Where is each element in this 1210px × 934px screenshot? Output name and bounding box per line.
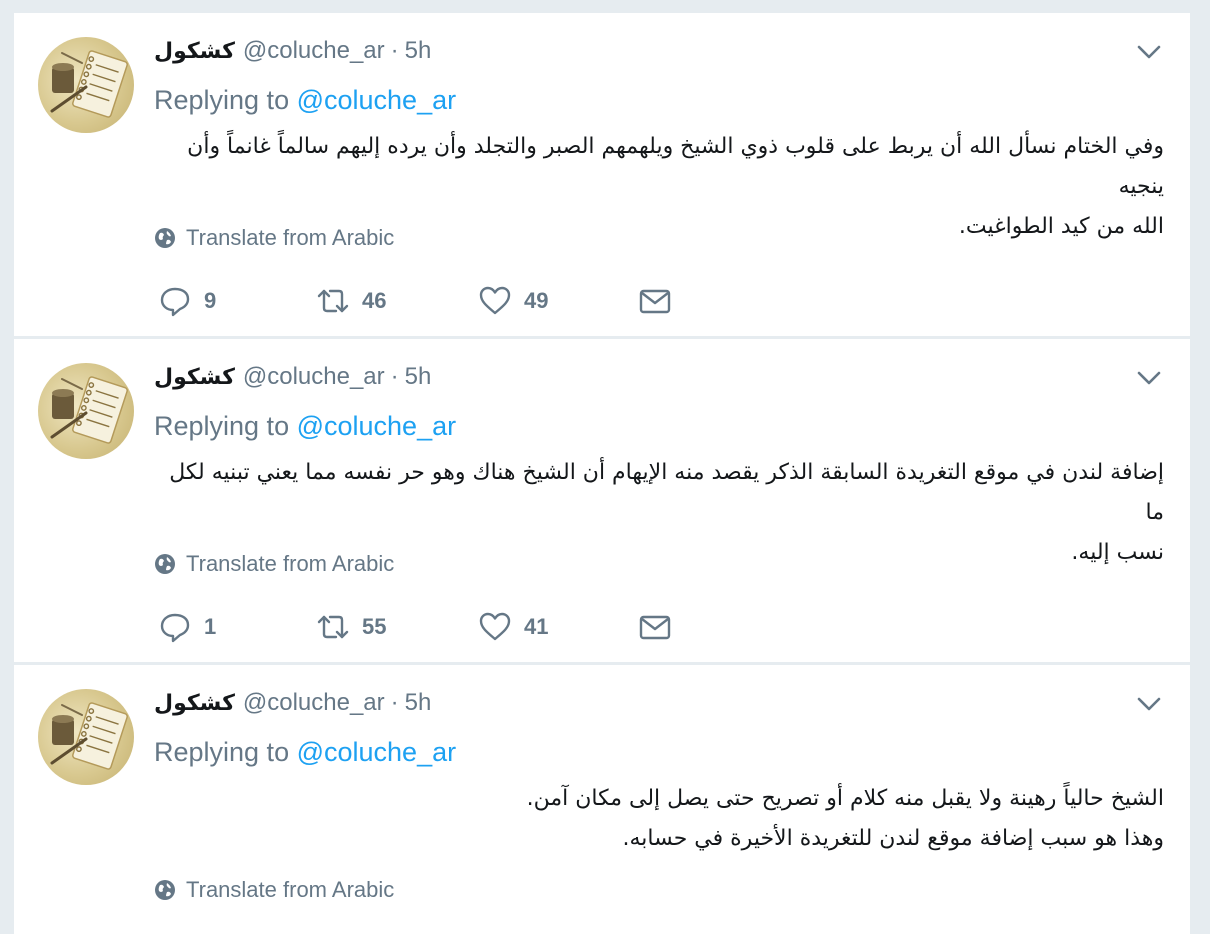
avatar[interactable] [38,689,134,785]
retweet-icon [317,615,349,639]
user-fullname[interactable]: كشكول [154,690,235,715]
user-fullname[interactable]: كشكول [154,364,235,389]
tweet-text-line: وفي الختام نسأل الله أن يربط على قلوب ذو… [187,134,1164,199]
retweet-button[interactable]: 46 [316,283,386,319]
user-handle[interactable]: @coluche_ar [243,689,385,716]
tweet[interactable]: كشكول @coluche_ar · 5h Replying to @coluche… [14,664,1190,934]
globe-icon [155,228,175,248]
reply-icon [160,613,190,643]
reply-count: 9 [204,288,217,313]
like-button[interactable]: 49 [478,283,548,319]
tweet-text: الشيخ حالياً رهينة ولا يقبل منه كلام أو … [154,779,1164,859]
notebook-illustration [50,376,128,444]
replying-prefix: Replying to [154,85,297,115]
chevron-down-icon[interactable] [1136,43,1162,61]
chevron-down-icon[interactable] [1136,695,1162,713]
avatar[interactable] [38,363,134,459]
timestamp[interactable]: 5h [405,689,432,716]
reply-button[interactable]: 1 [158,609,216,645]
like-count: 41 [524,614,549,639]
notebook-illustration [50,50,128,118]
globe-icon [155,880,175,900]
translate-label: Translate from Arabic [186,225,395,250]
reply-icon [160,287,190,317]
tweet-header: كشكول @coluche_ar · 5h [154,363,431,393]
timeline: كشكول @coluche_ar · 5h Replying to @coluche… [14,0,1190,934]
separator: · [390,37,399,64]
tweet[interactable]: كشكول @coluche_ar · 5h Replying to @coluche… [14,12,1190,336]
translate-link[interactable]: Translate from Arabic [154,877,394,903]
chevron-down-icon[interactable] [1136,369,1162,387]
timestamp[interactable]: 5h [405,363,432,390]
tweet-header: كشكول @coluche_ar · 5h [154,37,431,67]
reply-button[interactable]: 9 [158,283,216,319]
replying-to: Replying to @coluche_ar [154,737,456,768]
tweet-text-line: إضافة لندن في موقع التغريدة السابقة الذك… [169,460,1164,525]
retweet-count: 46 [362,288,387,313]
like-count: 49 [524,288,549,313]
translate-label: Translate from Arabic [186,551,395,576]
tweet-text-line: وهذا هو سبب إضافة موقع لندن للتغريدة الأ… [622,826,1164,851]
notebook-illustration [50,702,128,770]
replying-prefix: Replying to [154,411,297,441]
separator: · [390,363,399,390]
replying-prefix: Replying to [154,737,297,767]
heart-icon [479,612,511,641]
avatar[interactable] [38,37,134,133]
user-handle[interactable]: @coluche_ar [243,363,385,390]
globe-icon [155,554,175,574]
replying-to-link[interactable]: @coluche_ar [297,85,457,115]
separator: · [390,689,399,716]
translate-label: Translate from Arabic [186,877,395,902]
retweet-count: 55 [362,614,387,639]
retweet-button[interactable]: 55 [316,609,386,645]
replying-to: Replying to @coluche_ar [154,85,456,116]
replying-to: Replying to @coluche_ar [154,411,456,442]
translate-link[interactable]: Translate from Arabic [154,225,394,251]
timestamp[interactable]: 5h [405,37,432,64]
replying-to-link[interactable]: @coluche_ar [297,737,457,767]
like-button[interactable]: 41 [478,609,548,645]
retweet-icon [317,289,349,313]
user-handle[interactable]: @coluche_ar [243,37,385,64]
reply-count: 1 [204,614,217,639]
translate-link[interactable]: Translate from Arabic [154,551,394,577]
envelope-icon [639,615,671,640]
tweet[interactable]: كشكول @coluche_ar · 5h Replying to @coluche… [14,338,1190,662]
envelope-icon [639,289,671,314]
heart-icon [479,286,511,315]
user-fullname[interactable]: كشكول [154,38,235,63]
direct-message-button[interactable] [638,283,672,319]
tweet-header: كشكول @coluche_ar · 5h [154,689,431,719]
replying-to-link[interactable]: @coluche_ar [297,411,457,441]
direct-message-button[interactable] [638,609,672,645]
tweet-text-line: الشيخ حالياً رهينة ولا يقبل منه كلام أو … [526,786,1164,811]
